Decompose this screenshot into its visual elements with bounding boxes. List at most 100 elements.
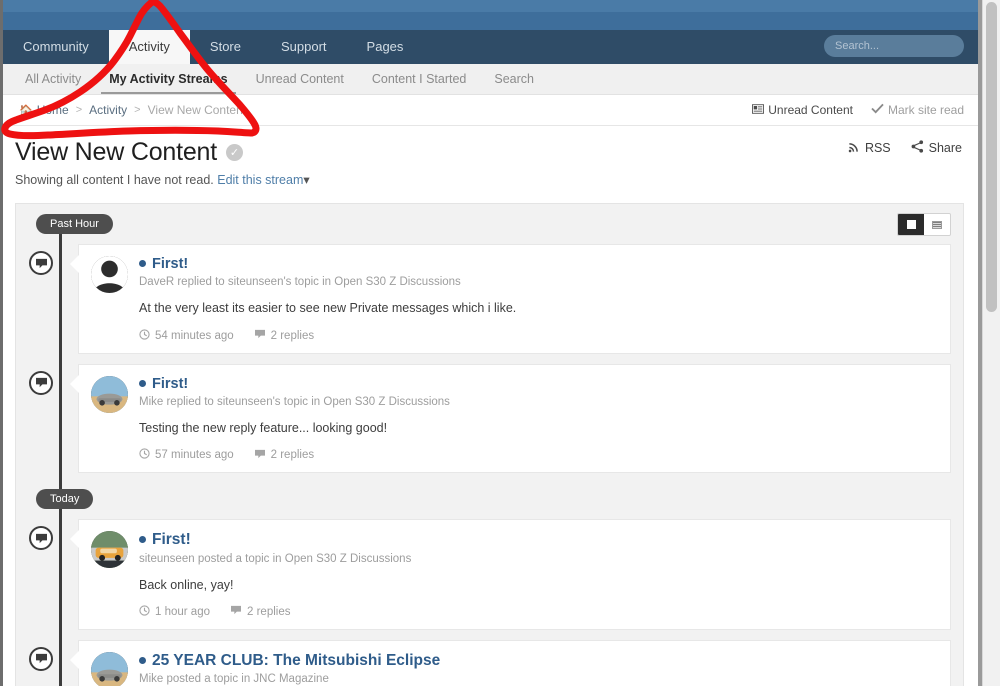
breadcrumb: 🏠 Home > Activity > View New Content Unr…	[3, 95, 978, 126]
activity-entry[interactable]: First! DaveR replied to siteunseen's top…	[29, 244, 951, 354]
unread-content-button[interactable]: Unread Content	[752, 103, 853, 117]
subnav-label: Search	[494, 72, 534, 86]
nav-label: Store	[209, 39, 241, 54]
activity-entry[interactable]: First! siteunseen posted a topic in Open…	[29, 519, 951, 630]
entry-replies[interactable]: 2 replies	[254, 449, 314, 462]
share-button[interactable]: Share	[911, 140, 962, 156]
site-root: Community Activity Store Support Pages S…	[3, 12, 978, 686]
entry-inner: First! siteunseen posted a topic in Open…	[91, 531, 936, 619]
nav-item-pages[interactable]: Pages	[347, 30, 424, 64]
entry-title[interactable]: 25 YEAR CLUB: The Mitsubishi Eclipse	[139, 652, 936, 671]
subnav-item-unread-content[interactable]: Unread Content	[242, 64, 358, 94]
avatar[interactable]	[91, 531, 128, 569]
entry-replies[interactable]: 2 replies	[254, 329, 314, 342]
breadcrumb-item-view-new-content: View New Content	[148, 103, 247, 117]
entry-footer: 1 hour ago 2 replies	[139, 605, 936, 619]
nav-item-support[interactable]: Support	[261, 30, 347, 64]
unread-dot-icon	[139, 536, 146, 544]
subnav-label: Unread Content	[255, 72, 344, 86]
subnav-label: Content I Started	[371, 72, 467, 86]
avatar[interactable]	[91, 375, 128, 413]
comment-bubble-icon	[29, 370, 53, 395]
entry-replies[interactable]: 2 replies	[230, 605, 290, 618]
clock-icon	[139, 448, 150, 462]
entry-body: First! DaveR replied to siteunseen's top…	[139, 256, 936, 343]
clock-icon	[139, 328, 150, 343]
page-actions: RSS Share	[848, 140, 962, 156]
breadcrumb-label: Home	[36, 103, 69, 117]
rss-label: RSS	[864, 141, 891, 155]
share-icon	[911, 140, 924, 156]
browser-top-strip	[3, 0, 978, 12]
entry-snippet: Testing the new reply feature... looking…	[139, 420, 388, 435]
rss-button[interactable]: RSS	[848, 141, 891, 156]
timeline-rail	[59, 228, 62, 686]
entry-snippet: At the very least its easier to see new …	[139, 301, 517, 316]
nav-label: Pages	[366, 39, 404, 54]
nav-item-store[interactable]: Store	[190, 30, 261, 64]
mark-site-read-button[interactable]: Mark site read	[871, 103, 964, 117]
subnav-item-search[interactable]: Search	[480, 64, 548, 94]
entry-inner: First! DaveR replied to siteunseen's top…	[91, 256, 936, 343]
condensed-view-button[interactable]	[924, 214, 950, 235]
home-icon: 🏠	[19, 104, 33, 117]
entry-body: 25 YEAR CLUB: The Mitsubishi Eclipse Mik…	[139, 652, 936, 686]
avatar[interactable]	[91, 651, 128, 686]
comment-bubble-icon	[29, 646, 53, 671]
entry-meta: Mike posted a topic in JNC Magazine	[139, 673, 329, 686]
entry-title-text: First!	[152, 531, 191, 549]
share-label: Share	[928, 141, 962, 155]
subnav-item-all-activity[interactable]: All Activity	[11, 64, 95, 94]
entry-inner: 25 YEAR CLUB: The Mitsubishi Eclipse Mik…	[91, 651, 936, 686]
subnav-label: My Activity Streams	[109, 72, 228, 86]
subnav-item-content-i-started[interactable]: Content I Started	[358, 64, 481, 94]
page-title: View New Content	[15, 138, 218, 166]
entry-body: First! Mike replied to siteunseen's topi…	[139, 376, 936, 463]
entry-body: First! siteunseen posted a topic in Open…	[139, 531, 936, 619]
unread-dot-icon	[139, 656, 146, 664]
entry-title[interactable]: First!	[139, 256, 936, 273]
subnav-label: All Activity	[25, 72, 82, 86]
search-box	[824, 35, 978, 57]
entry-meta: siteunseen posted a topic in Open S30 Z …	[139, 552, 412, 565]
breadcrumb-item-home[interactable]: 🏠 Home	[19, 103, 69, 117]
edit-stream-caret[interactable]: ▾	[303, 173, 309, 187]
vertical-scrollbar[interactable]	[982, 0, 1000, 686]
page-subtitle-text: Showing all content I have not read.	[15, 173, 214, 187]
expanded-view-icon	[906, 220, 916, 229]
entry-time-label: 57 minutes ago	[155, 449, 234, 462]
entry-title[interactable]: First!	[139, 531, 936, 550]
reply-bubble-icon	[230, 605, 242, 618]
entry-footer: 54 minutes ago 2 replies	[139, 328, 936, 343]
nav-label: Community	[23, 39, 89, 54]
entry-time-label: 54 minutes ago	[155, 329, 234, 342]
top-accent-bar	[3, 12, 978, 30]
view-toggle-group	[897, 213, 951, 236]
subnav-item-my-activity-streams[interactable]: My Activity Streams	[95, 64, 241, 94]
nav-item-community[interactable]: Community	[3, 30, 109, 64]
breadcrumb-separator: >	[75, 104, 83, 116]
search-input[interactable]	[824, 40, 978, 52]
check-circle-icon: ✓	[226, 144, 244, 161]
breadcrumb-item-activity[interactable]: Activity	[89, 103, 127, 117]
nav-item-activity[interactable]: Activity	[108, 30, 190, 64]
avatar[interactable]	[91, 256, 128, 293]
entry-title[interactable]: First!	[139, 376, 936, 393]
entry-meta: DaveR replied to siteunseen's topic in O…	[139, 276, 461, 289]
activity-entry[interactable]: 25 YEAR CLUB: The Mitsubishi Eclipse Mik…	[29, 639, 951, 686]
edit-this-stream-link[interactable]: Edit this stream	[217, 173, 303, 187]
entry-time: 1 hour ago	[139, 605, 210, 619]
expanded-view-button[interactable]	[898, 214, 924, 235]
entry-replies-label: 2 replies	[270, 449, 315, 462]
entry-snippet: Back online, yay!	[139, 577, 234, 592]
breadcrumb-label: View New Content	[147, 103, 247, 117]
reply-bubble-icon	[254, 449, 266, 462]
nav-label: Activity	[128, 39, 170, 54]
entry-time-label: 1 hour ago	[155, 605, 210, 618]
clock-icon	[139, 605, 150, 619]
nav-label: Support	[281, 39, 327, 54]
scrollbar-thumb[interactable]	[986, 2, 997, 312]
unread-content-icon	[752, 103, 765, 117]
activity-entry[interactable]: First! Mike replied to siteunseen's topi…	[29, 363, 951, 474]
check-icon	[871, 103, 884, 117]
